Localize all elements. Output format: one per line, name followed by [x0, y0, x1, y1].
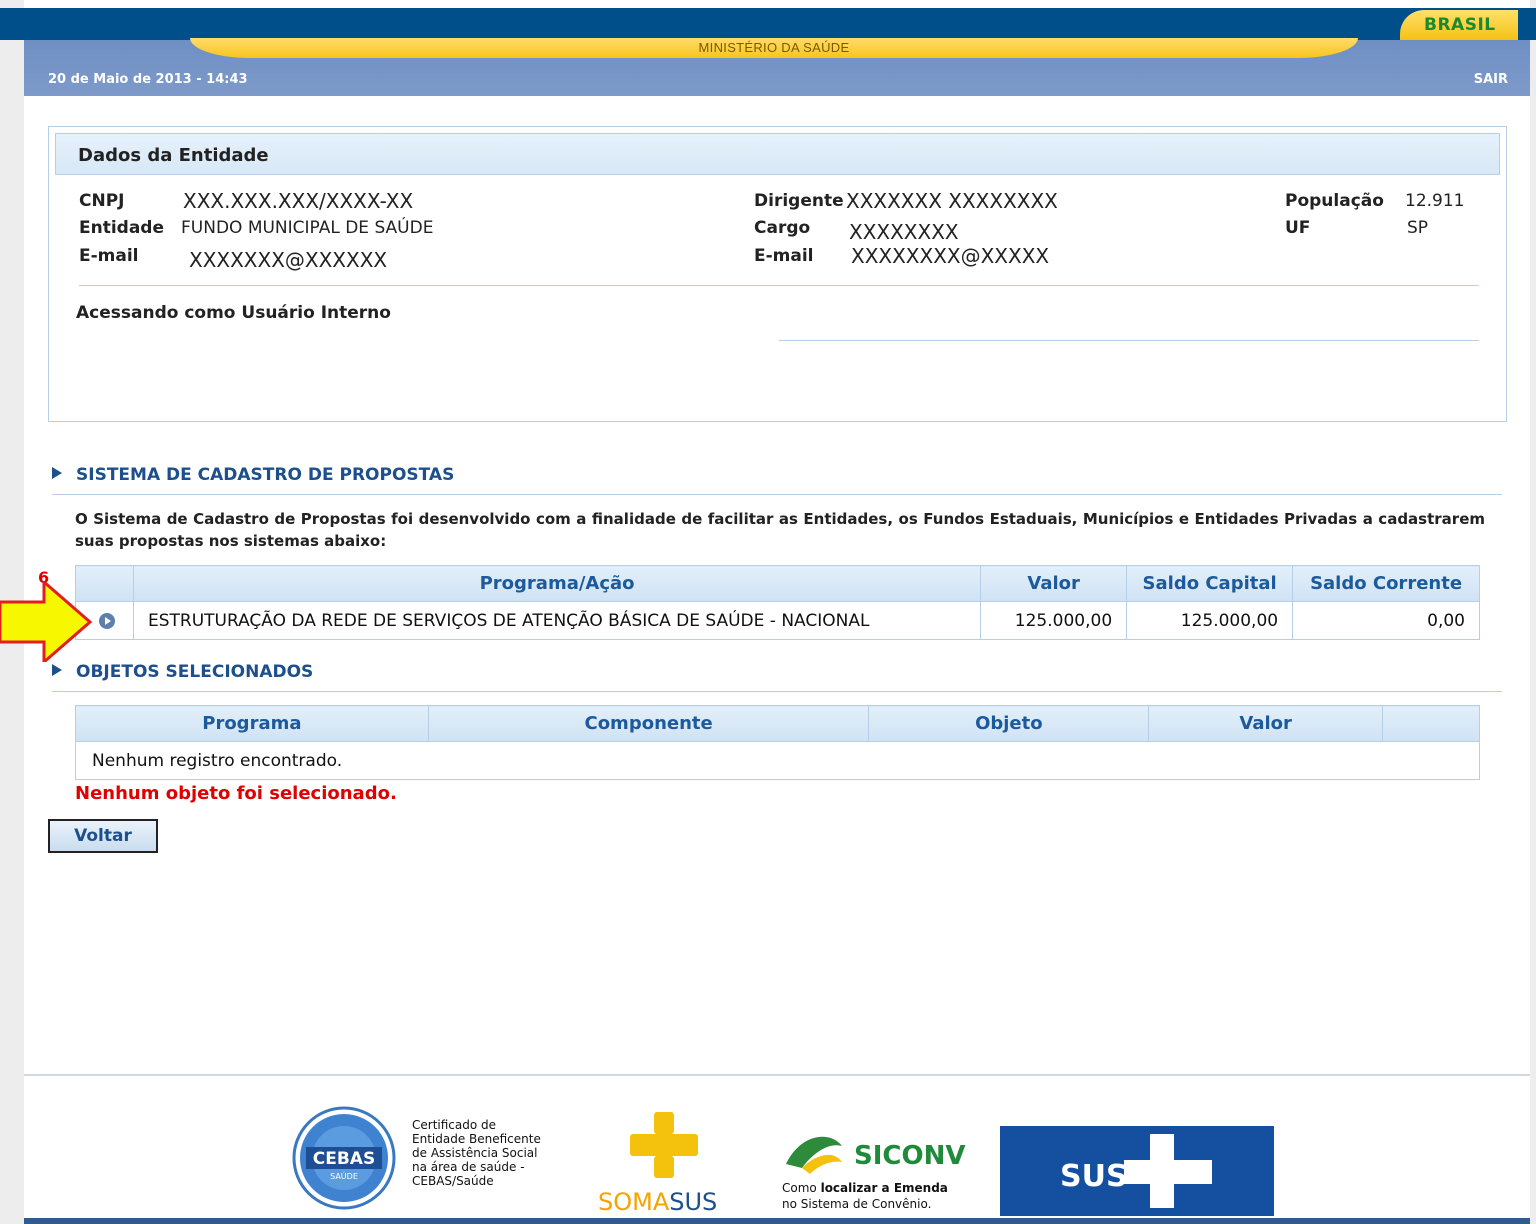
sus-logo[interactable]: SUS [1000, 1126, 1274, 1216]
dirigente-label: Dirigente [754, 191, 844, 211]
col-programa: Programa/Ação [132, 565, 982, 602]
gov-top-bar [0, 8, 1536, 40]
populacao-label: População [1285, 191, 1384, 211]
col-valor: Valor [1148, 705, 1384, 742]
row-saldo-capital: 125.000,00 [1126, 601, 1294, 640]
dirigente-email-value: XXXXXXXX@XXXXX [851, 244, 1050, 268]
siconv-line1-bold: localizar a Emenda [821, 1181, 948, 1195]
sistema-intro: O Sistema de Cadastro de Propostas foi d… [75, 510, 1485, 550]
empty-row: Nenhum registro encontrado. [75, 741, 1480, 780]
objetos-section-title: OBJETOS SELECIONADOS [52, 662, 313, 682]
cargo-value: XXXXXXXX [849, 220, 959, 244]
col-componente: Componente [427, 705, 870, 742]
no-selection-error: Nenhum objeto foi selecionado. [75, 783, 397, 804]
cebas-logo-text: CEBAS [313, 1149, 375, 1169]
highlight-arrow-icon [0, 582, 93, 662]
cebas-logo-subtext: SAÚDE [330, 1170, 358, 1181]
cnpj-label: CNPJ [79, 191, 125, 211]
footer-bottom-bar [24, 1218, 1530, 1224]
programs-table-header: Programa/Ação Valor Saldo Capital Saldo … [75, 565, 1480, 602]
row-valor: 125.000,00 [980, 601, 1128, 640]
objects-table-header: Programa Componente Objeto Valor [75, 705, 1480, 742]
sistema-divider [52, 494, 1502, 495]
col-objeto: Objeto [868, 705, 1150, 742]
cebas-line: na área de saúde - [412, 1160, 525, 1174]
cargo-label: Cargo [754, 218, 811, 238]
entity-panel-header: Dados da Entidade [55, 133, 1500, 175]
somasus-logo[interactable]: SOMASUS [596, 1110, 746, 1214]
brasil-label: BRASIL [1424, 15, 1496, 35]
table-row: Nenhum registro encontrado. [75, 741, 1480, 780]
header-datetime: 20 de Maio de 2013 - 14:43 [48, 72, 248, 87]
email-value: XXXXXXX@XXXXXX [189, 248, 388, 272]
table-row[interactable]: ESTRUTURAÇÃO DA REDE DE SERVIÇOS DE ATEN… [75, 601, 1480, 640]
siconv-title: SICONV [854, 1141, 965, 1171]
cnpj-value: XXX.XXX.XXX/XXXX-XX [183, 189, 414, 213]
dirigente-value: XXXXXXX XXXXXXXX [846, 189, 1058, 213]
cebas-line: Entidade Beneficente [412, 1132, 541, 1146]
objetos-divider [52, 691, 1502, 692]
cebas-logo[interactable]: CEBAS SAÚDE [288, 1106, 400, 1210]
sus-text: SUS [669, 1188, 717, 1214]
entidade-value: FUNDO MUNICIPAL DE SAÚDE [181, 218, 434, 238]
col-actions [1382, 705, 1480, 742]
siconv-line1-pre: Como [782, 1181, 821, 1195]
populacao-value: 12.911 [1405, 191, 1465, 211]
brasil-badge[interactable]: BRASIL [1400, 10, 1518, 40]
svg-text:Como localizar a Emenda: Como localizar a Emenda [782, 1181, 948, 1195]
logout-link[interactable]: SAIR [1474, 72, 1508, 87]
cebas-line: CEBAS/Saúde [412, 1174, 494, 1188]
objects-table: Programa Componente Objeto Valor Nenhum … [75, 705, 1480, 780]
entity-panel-title: Dados da Entidade [78, 145, 269, 166]
back-button[interactable]: Voltar [48, 819, 158, 853]
collapse-triangle-icon[interactable] [52, 467, 62, 479]
entity-panel: Dados da Entidade CNPJ XXX.XXX.XXX/XXXX-… [48, 126, 1507, 422]
row-programa: ESTRUTURAÇÃO DA REDE DE SERVIÇOS DE ATEN… [132, 601, 982, 640]
objetos-title-text: OBJETOS SELECIONADOS [76, 662, 314, 682]
dirigente-email-label: E-mail [754, 246, 814, 266]
cebas-description: Certificado de Entidade Beneficente de A… [412, 1118, 541, 1188]
email-label: E-mail [79, 246, 139, 266]
ministry-title: MINISTÉRIO DA SAÚDE [698, 40, 850, 55]
col-programa: Programa [75, 705, 429, 742]
col-saldo-corrente: Saldo Corrente [1292, 565, 1480, 602]
col-saldo-capital: Saldo Capital [1126, 565, 1294, 602]
entity-divider-2 [779, 340, 1479, 341]
sistema-section-title: SISTEMA DE CADASTRO DE PROPOSTAS [52, 465, 454, 485]
access-note: Acessando como Usuário Interno [76, 303, 391, 323]
cebas-line: de Assistência Social [412, 1146, 538, 1160]
play-circle-icon[interactable] [98, 612, 115, 629]
siconv-logo[interactable]: SICONV Como localizar a Emenda no Sistem… [780, 1124, 980, 1214]
svg-text:SOMASUS: SOMASUS [598, 1188, 717, 1214]
sistema-title-text: SISTEMA DE CADASTRO DE PROPOSTAS [76, 465, 455, 485]
cebas-line: Certificado de [412, 1118, 497, 1132]
uf-value: SP [1407, 218, 1429, 238]
siconv-line2: no Sistema de Convênio. [782, 1197, 931, 1211]
footer-divider [24, 1074, 1530, 1076]
collapse-triangle-icon[interactable] [52, 664, 62, 676]
entity-divider [79, 285, 1479, 286]
entidade-label: Entidade [79, 218, 165, 238]
sus-logo-text: SUS [1060, 1159, 1128, 1194]
uf-label: UF [1285, 218, 1311, 238]
programs-table: Programa/Ação Valor Saldo Capital Saldo … [75, 565, 1480, 640]
ministry-banner: MINISTÉRIO DA SAÚDE [190, 38, 1358, 58]
col-valor: Valor [980, 565, 1128, 602]
soma-text: SOMA [598, 1188, 670, 1214]
row-saldo-corrente: 0,00 [1292, 601, 1480, 640]
